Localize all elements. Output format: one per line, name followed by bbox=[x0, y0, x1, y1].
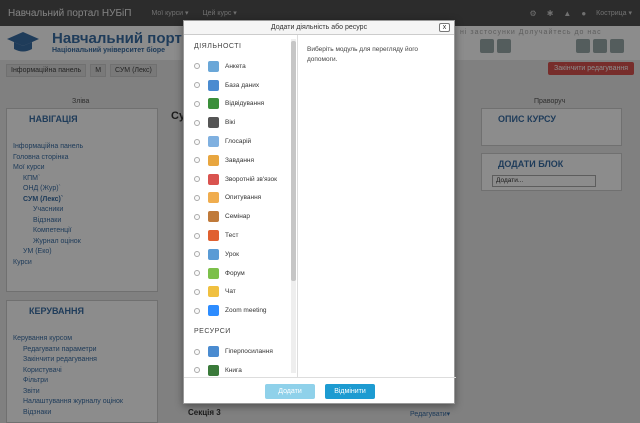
module-option-label: Гіперпосилання bbox=[225, 348, 273, 356]
dialog-body: ДІЯЛЬНОСТІ Анкета База даних Відвідування В… bbox=[184, 35, 456, 377]
wiki-icon bbox=[208, 117, 219, 129]
module-option[interactable]: Гіперпосилання bbox=[184, 342, 297, 361]
radio-button[interactable] bbox=[194, 100, 200, 107]
radio-button[interactable] bbox=[194, 213, 200, 220]
radio-button[interactable] bbox=[194, 307, 200, 314]
resources-section-heading: РЕСУРСИ bbox=[194, 328, 231, 336]
module-option-label: Чат bbox=[225, 288, 236, 296]
module-options-list: ДІЯЛЬНОСТІ Анкета База даних Відвідування В… bbox=[184, 35, 298, 377]
radio-button[interactable] bbox=[194, 194, 200, 201]
module-option[interactable]: Семінар bbox=[184, 207, 297, 226]
add-button[interactable]: Додати bbox=[265, 384, 315, 399]
radio-button[interactable] bbox=[194, 157, 200, 164]
book-icon bbox=[208, 364, 219, 376]
module-option[interactable]: Тест bbox=[184, 226, 297, 245]
module-option-label: Книга bbox=[225, 366, 242, 374]
module-option-label: Опитування bbox=[225, 194, 262, 202]
module-option[interactable]: Опитування bbox=[184, 189, 297, 208]
radio-button[interactable] bbox=[194, 138, 200, 145]
module-help-text: Виберіть модуль для перегляду його допом… bbox=[307, 46, 419, 63]
radio-button[interactable] bbox=[194, 232, 200, 239]
dialog-header: Додати діяльність або ресурс x bbox=[184, 21, 454, 35]
options-scrollbar-thumb[interactable] bbox=[291, 41, 296, 281]
database-icon bbox=[208, 79, 219, 91]
module-option[interactable]: Zoom meeting bbox=[184, 301, 297, 320]
module-option[interactable]: Глосарій bbox=[184, 132, 297, 151]
cancel-button[interactable]: Відмінити bbox=[325, 384, 375, 399]
module-option-label: Анкета bbox=[225, 62, 246, 70]
module-option[interactable]: Книга bbox=[184, 361, 297, 377]
module-option[interactable]: База даних bbox=[184, 76, 297, 95]
module-option[interactable]: Завдання bbox=[184, 151, 297, 170]
chat-icon bbox=[208, 286, 219, 298]
url-icon bbox=[208, 346, 219, 358]
module-option-label: Тест bbox=[225, 232, 239, 240]
module-option-label: Глосарій bbox=[225, 138, 252, 146]
module-option[interactable]: Форум bbox=[184, 264, 297, 283]
module-option-label: Форум bbox=[225, 269, 245, 277]
module-option-label: Zoom meeting bbox=[225, 307, 267, 315]
feedback-icon bbox=[208, 173, 219, 185]
dialog-footer: Додати Відмінити bbox=[184, 377, 456, 405]
module-option-label: Урок bbox=[225, 250, 239, 258]
radio-button[interactable] bbox=[194, 119, 200, 126]
module-option-label: Семінар bbox=[225, 213, 251, 221]
radio-button[interactable] bbox=[194, 251, 200, 258]
add-activity-dialog: Додати діяльність або ресурс x ДІЯЛЬНОСТ… bbox=[183, 20, 456, 405]
assignment-icon bbox=[208, 154, 219, 166]
module-option-label: Завдання bbox=[225, 156, 255, 164]
module-option-label: Вікі bbox=[225, 119, 236, 127]
close-icon[interactable]: x bbox=[439, 23, 450, 32]
attendance-icon bbox=[208, 98, 219, 110]
module-option-label: Зворотній зв'язок bbox=[225, 175, 278, 183]
quiz-icon bbox=[208, 230, 219, 242]
radio-button[interactable] bbox=[194, 63, 200, 70]
module-option-label: Відвідування bbox=[225, 100, 265, 108]
module-option[interactable]: Анкета bbox=[184, 57, 297, 76]
radio-button[interactable] bbox=[194, 348, 200, 355]
survey-icon bbox=[208, 60, 219, 72]
choice-icon bbox=[208, 192, 219, 204]
module-option[interactable]: Чат bbox=[184, 283, 297, 302]
module-option[interactable]: Урок bbox=[184, 245, 297, 264]
dialog-title: Додати діяльність або ресурс bbox=[270, 24, 368, 31]
radio-button[interactable] bbox=[194, 82, 200, 89]
activities-section-heading: ДІЯЛЬНОСТІ bbox=[194, 43, 242, 50]
module-option[interactable]: Відвідування bbox=[184, 95, 297, 114]
forum-icon bbox=[208, 267, 219, 279]
workshop-icon bbox=[208, 211, 219, 223]
radio-button[interactable] bbox=[194, 288, 200, 295]
module-option[interactable]: Зворотній зв'язок bbox=[184, 170, 297, 189]
radio-button[interactable] bbox=[194, 270, 200, 277]
module-option-label: База даних bbox=[225, 81, 260, 89]
radio-button[interactable] bbox=[194, 176, 200, 183]
glossary-icon bbox=[208, 136, 219, 148]
zoom-icon bbox=[208, 305, 219, 317]
module-option[interactable]: Вікі bbox=[184, 113, 297, 132]
lesson-icon bbox=[208, 248, 219, 260]
radio-button[interactable] bbox=[194, 367, 200, 374]
